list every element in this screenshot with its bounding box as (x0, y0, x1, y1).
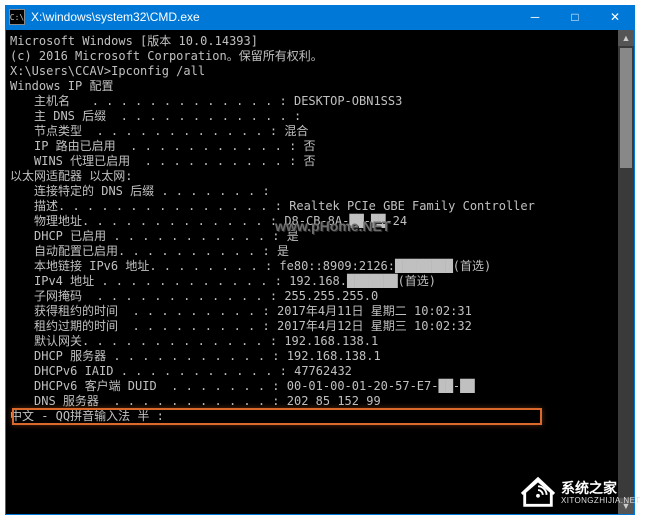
config-row: 连接特定的 DNS 后缀 . . . . . . . : (10, 184, 618, 199)
cmd-window: C:\ X:\windows\system32\CMD.exe ─ □ ✕ Mi… (5, 5, 635, 515)
config-row: 主 DNS 后缀 . . . . . . . . . . . . : (10, 109, 618, 124)
config-row: DHCP 服务器 . . . . . . . . . . . : 192.168… (10, 349, 618, 364)
config-row: 子网掩码 . . . . . . . . . . . . : 255.255.2… (10, 289, 618, 304)
terminal-output[interactable]: Microsoft Windows [版本 10.0.14393](c) 201… (6, 30, 618, 514)
config-row: 主机名 . . . . . . . . . . . . . : DESKTOP-… (10, 94, 618, 109)
scroll-up-button[interactable]: ▲ (618, 30, 634, 46)
scroll-down-button[interactable]: ▼ (618, 498, 634, 514)
config-row: 描述. . . . . . . . . . . . . . . : Realte… (10, 199, 618, 214)
cmd-app-icon: C:\ (9, 9, 25, 25)
config-row: 默认网关. . . . . . . . . . . . . : 192.168.… (10, 334, 618, 349)
config-row: IP 路由已启用 . . . . . . . . . . . : 否 (10, 139, 618, 154)
config-row: DNS 服务器 . . . . . . . . . . . : 202 85 1… (10, 394, 618, 409)
config-row: 本地链接 IPv6 地址. . . . . . . . : fe80::8909… (10, 259, 618, 274)
vertical-scrollbar[interactable]: ▲ ▼ (618, 30, 634, 514)
minimize-button[interactable]: ─ (515, 5, 555, 29)
config-row: 自动配置已启用. . . . . . . . . . : 是 (10, 244, 618, 259)
terminal-area: Microsoft Windows [版本 10.0.14393](c) 201… (5, 29, 635, 515)
config-row: DHCP 已启用 . . . . . . . . . . . : 是 (10, 229, 618, 244)
scroll-thumb[interactable] (620, 48, 632, 168)
config-row: IPv4 地址 . . . . . . . . . . . . : 192.16… (10, 274, 618, 289)
maximize-button[interactable]: □ (555, 5, 595, 29)
config-row: DHCPv6 客户端 DUID . . . . . . . : 00-01-00… (10, 379, 618, 394)
config-row: 获得租约的时间 . . . . . . . . . : 2017年4月11日 星… (10, 304, 618, 319)
config-row: DHCPv6 IAID . . . . . . . . . . . : 4776… (10, 364, 618, 379)
window-title: X:\windows\system32\CMD.exe (31, 10, 515, 24)
close-button[interactable]: ✕ (595, 5, 635, 29)
config-row: WINS 代理已启用 . . . . . . . . . . : 否 (10, 154, 618, 169)
titlebar[interactable]: C:\ X:\windows\system32\CMD.exe ─ □ ✕ (5, 5, 635, 29)
config-row: 物理地址. . . . . . . . . . . . . : D8-CB-8A… (10, 214, 618, 229)
config-row: 节点类型 . . . . . . . . . . . . : 混合 (10, 124, 618, 139)
config-row: 租约过期的时间 . . . . . . . . . : 2017年4月12日 星… (10, 319, 618, 334)
